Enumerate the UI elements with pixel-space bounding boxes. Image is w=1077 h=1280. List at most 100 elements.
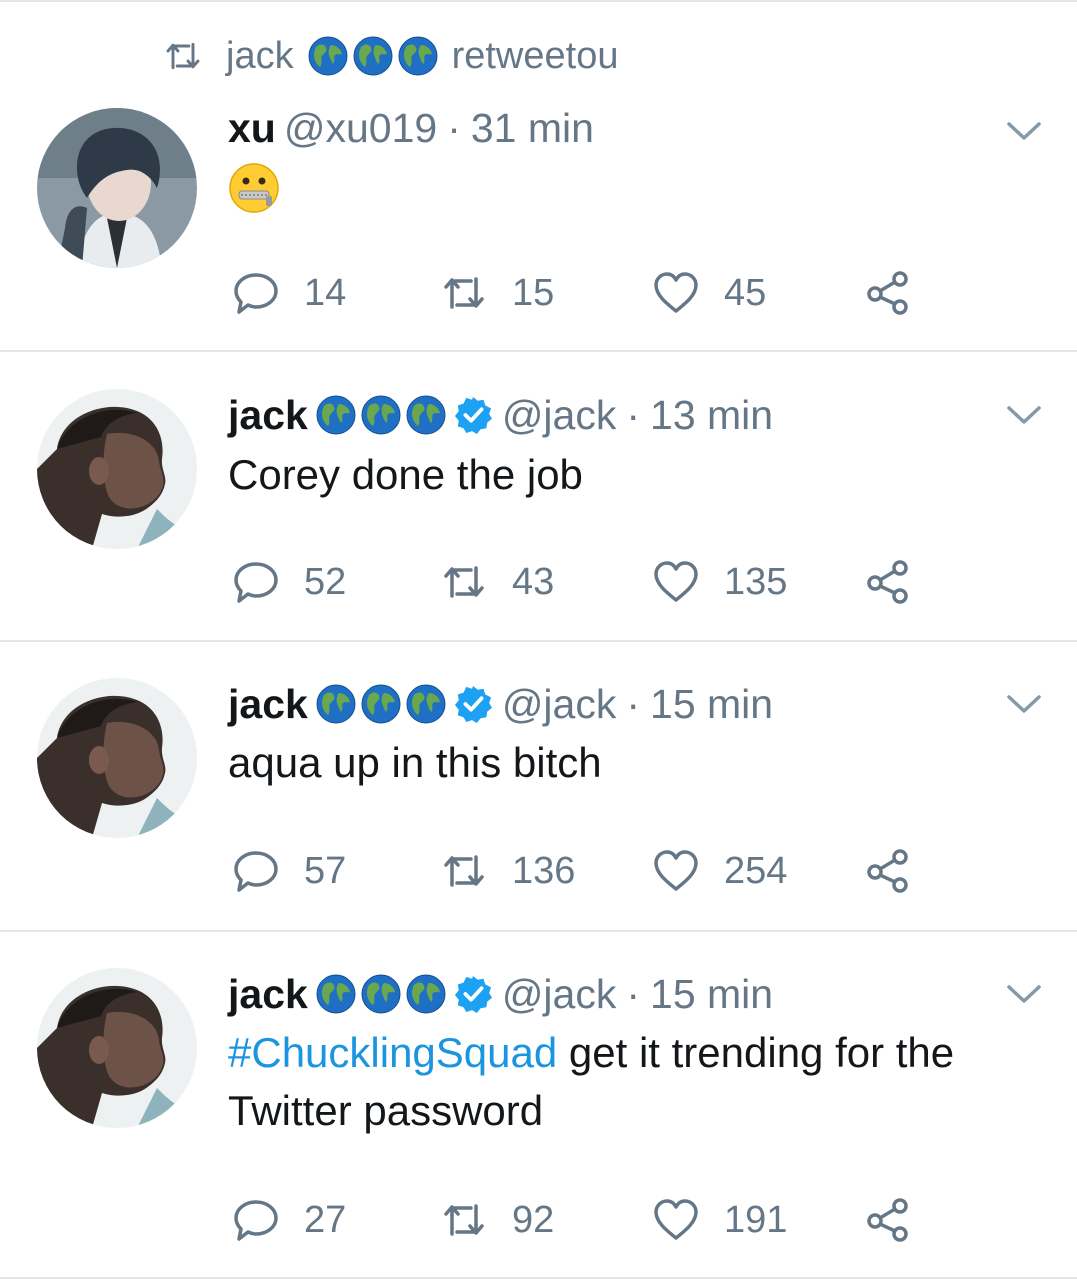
separator-dot: · [626, 391, 641, 438]
retweet-count: 15 [512, 271, 555, 314]
share-button[interactable] [864, 843, 912, 899]
retweeter-name[interactable]: jack [226, 35, 294, 78]
tweet-text: #ChucklingSquad get it trending for the … [228, 1024, 1028, 1140]
tweet-4[interactable]: jack @jack · 15 min #ChucklingSquad get … [0, 932, 1077, 1278]
reply-button[interactable]: 57 [232, 843, 346, 899]
heart-icon [652, 1196, 700, 1244]
chevron-down-icon[interactable] [1004, 979, 1044, 1009]
retweet-icon [440, 847, 488, 895]
share-icon [864, 1196, 912, 1244]
like-button[interactable]: 135 [652, 554, 787, 610]
like-button[interactable]: 254 [652, 843, 787, 899]
retweet-button[interactable]: 15 [440, 265, 554, 321]
avatar-image [37, 108, 197, 268]
chevron-down-icon[interactable] [1004, 400, 1044, 430]
globe-icon [361, 974, 401, 1014]
bottom-divider [0, 1277, 1077, 1279]
like-button[interactable]: 45 [652, 265, 766, 321]
globe-icon [361, 395, 401, 435]
user-handle[interactable]: @jack [502, 392, 617, 439]
globe-icon [353, 36, 393, 76]
timestamp[interactable]: 13 min [650, 392, 773, 439]
retweet-context: jack retweetou [160, 28, 618, 84]
avatar[interactable] [37, 108, 197, 268]
display-name[interactable]: xu [228, 105, 276, 152]
globe-icon [406, 974, 446, 1014]
share-button[interactable] [864, 265, 912, 321]
like-count: 191 [724, 1198, 788, 1241]
verified-badge-icon [454, 396, 492, 434]
reply-button[interactable]: 14 [232, 265, 346, 321]
tweet-text: Corey done the job [228, 451, 583, 498]
reply-count: 57 [304, 849, 347, 892]
like-count: 45 [724, 271, 767, 314]
tweet-1[interactable]: jack retweetou xu @xu019 · 31 min 14 15 [0, 0, 1077, 350]
avatar[interactable] [37, 968, 197, 1128]
display-name[interactable]: jack [228, 971, 308, 1018]
avatar[interactable] [37, 389, 197, 549]
globe-icon [406, 684, 446, 724]
like-button[interactable]: 191 [652, 1192, 787, 1248]
retweet-count: 92 [512, 1198, 555, 1241]
globe-icon [316, 974, 356, 1014]
globe-icon [361, 684, 401, 724]
retweet-button[interactable]: 92 [440, 1192, 554, 1248]
tweet-text: aqua up in this bitch [228, 739, 602, 786]
separator-dot: · [447, 104, 461, 151]
heart-icon [652, 558, 700, 606]
reply-button[interactable]: 52 [232, 554, 346, 610]
tweet-text-line-2: Twitter password [228, 1087, 544, 1134]
share-icon [864, 847, 912, 895]
chevron-down-icon[interactable] [1004, 116, 1044, 146]
chevron-down-icon[interactable] [1004, 689, 1044, 719]
heart-icon [652, 269, 700, 317]
retweet-button[interactable]: 136 [440, 843, 575, 899]
share-icon [864, 269, 912, 317]
retweet-count: 136 [512, 849, 576, 892]
reply-count: 52 [304, 560, 347, 603]
avatar[interactable] [37, 678, 197, 838]
reply-count: 27 [304, 1198, 347, 1241]
avatar-image [37, 678, 197, 838]
timestamp[interactable]: 15 min [650, 971, 773, 1018]
globe-icon [316, 684, 356, 724]
globe-icon [316, 395, 356, 435]
tweet-header: jack @jack · 15 min [228, 966, 773, 1022]
like-count: 254 [724, 849, 788, 892]
tweet-actions: 57 136 254 [228, 843, 948, 899]
tweet-header: jack @jack · 15 min [228, 676, 773, 732]
like-count: 135 [724, 560, 788, 603]
timestamp[interactable]: 15 min [650, 681, 773, 728]
reply-icon [232, 847, 280, 895]
reply-icon [232, 269, 280, 317]
retweet-button[interactable]: 43 [440, 554, 554, 610]
user-handle[interactable]: @xu019 [284, 105, 437, 152]
tweet-actions: 14 15 45 [228, 265, 948, 321]
reply-icon [232, 558, 280, 606]
retweet-count: 43 [512, 560, 555, 603]
reply-count: 14 [304, 271, 347, 314]
zipper-mouth-face-emoji [229, 163, 279, 213]
globe-icon [308, 36, 348, 76]
verified-badge-icon [454, 685, 492, 723]
separator-dot: · [626, 680, 641, 727]
retweet-icon [440, 1196, 488, 1244]
share-button[interactable] [864, 1192, 912, 1248]
tweet-2[interactable]: jack @jack · 13 min Corey done the job 5… [0, 352, 1077, 640]
retweet-icon [440, 558, 488, 606]
user-handle[interactable]: @jack [502, 681, 617, 728]
retweet-icon [160, 36, 206, 76]
tweet-3[interactable]: jack @jack · 15 min aqua up in this bitc… [0, 642, 1077, 930]
hashtag-link[interactable]: #ChucklingSquad [228, 1029, 557, 1076]
reply-button[interactable]: 27 [232, 1192, 346, 1248]
display-name[interactable]: jack [228, 681, 308, 728]
share-button[interactable] [864, 554, 912, 610]
retweet-label: retweetou [451, 34, 619, 77]
tweet-header: jack @jack · 13 min [228, 387, 773, 443]
tweet-header: xu @xu019 · 31 min [228, 100, 594, 156]
display-name[interactable]: jack [228, 392, 308, 439]
timestamp[interactable]: 31 min [471, 105, 594, 152]
tweet-text-line-1: get it trending for the [557, 1029, 955, 1076]
user-handle[interactable]: @jack [502, 971, 617, 1018]
share-icon [864, 558, 912, 606]
